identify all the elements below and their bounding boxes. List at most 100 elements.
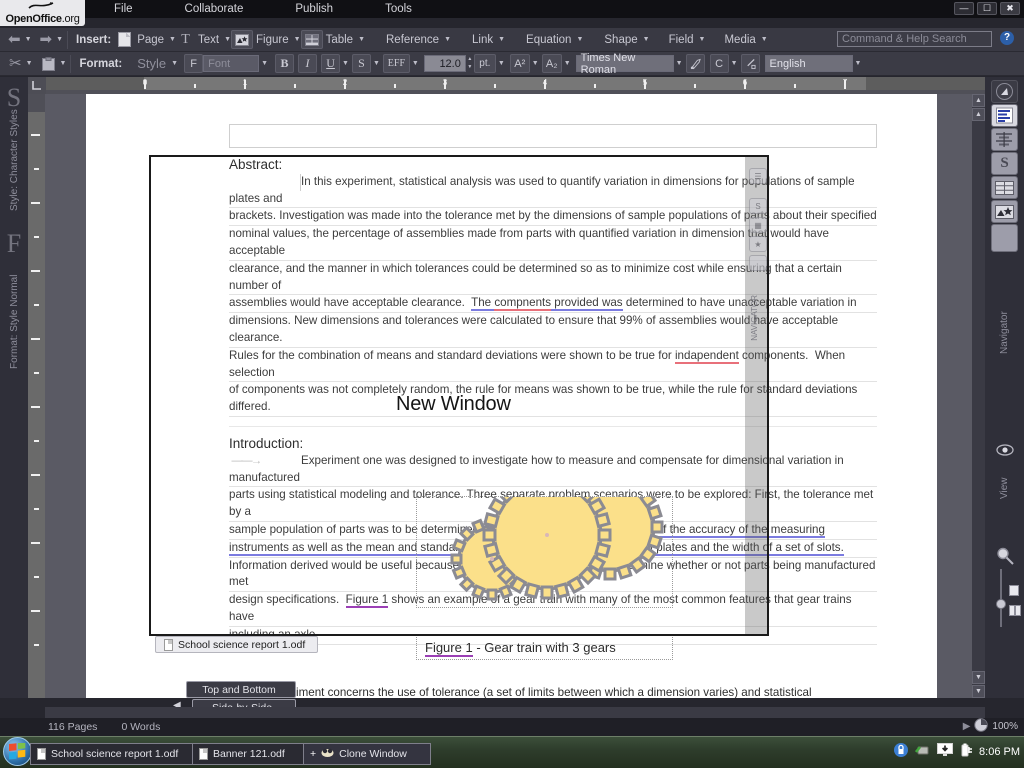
taskbar-item-clone-window[interactable]: + Clone Window (303, 743, 431, 765)
font-unit-button[interactable]: pt. (473, 54, 496, 73)
chevron-down-icon[interactable]: ▼ (576, 36, 583, 43)
chevron-down-icon[interactable]: ▼ (261, 60, 268, 67)
zoom-level[interactable]: 100% (992, 721, 1018, 732)
chevron-down-icon[interactable]: ▼ (532, 60, 539, 67)
horizontal-ruler[interactable]: 0 1 2 3 4 5 6 7 (28, 77, 985, 94)
play-icon[interactable]: ▶ (963, 721, 971, 732)
insert-table-label[interactable]: Table (323, 34, 357, 46)
gear-train-image[interactable] (417, 470, 672, 607)
insert-text-label[interactable]: Text (195, 34, 222, 46)
italic-button[interactable]: I (298, 54, 318, 73)
chevron-down-icon[interactable]: ▼ (294, 36, 301, 43)
chevron-down-icon[interactable]: ▼ (26, 60, 33, 67)
figure-icon[interactable] (991, 200, 1018, 223)
document-tab[interactable]: School science report 1.odf (155, 636, 319, 653)
close-button[interactable]: ✖ (1000, 2, 1020, 15)
chevron-down-icon[interactable]: ▼ (342, 60, 349, 67)
battery-icon[interactable] (959, 743, 973, 760)
eye-icon[interactable] (985, 444, 1024, 456)
chevron-down-icon[interactable]: ▼ (358, 36, 365, 43)
chevron-down-icon[interactable]: ▼ (373, 60, 380, 67)
menu-item-tools[interactable]: Tools (359, 0, 438, 18)
chevron-down-icon[interactable]: ▼ (444, 36, 451, 43)
figure-frame[interactable] (416, 470, 673, 608)
text-icon[interactable]: T (176, 30, 195, 49)
insert-link-label[interactable]: Link (469, 34, 496, 46)
language-select[interactable]: English (764, 55, 853, 72)
chevron-down-icon[interactable]: ▼ (761, 36, 768, 43)
table-icon[interactable] (300, 30, 323, 49)
font-name-field[interactable]: Font (203, 55, 260, 72)
insert-shape-label[interactable]: Shape (601, 34, 640, 46)
font-size-stepper[interactable]: ▲ ▼ (466, 55, 474, 72)
scroll-up-button-2[interactable]: ▲ (972, 108, 985, 121)
underline-button[interactable]: U (321, 54, 341, 73)
zoom-pie-icon[interactable] (974, 718, 989, 735)
insert-equation-label[interactable]: Equation (523, 34, 574, 46)
character-color-button[interactable]: C (709, 54, 729, 73)
chevron-down-icon[interactable]: ▼ (498, 60, 505, 67)
figure-caption[interactable]: Figure 1 - Gear train with 3 gears (416, 634, 673, 660)
zoom-slider[interactable] (985, 569, 1024, 633)
zoom-status-group[interactable]: ▶ 100% (963, 718, 1018, 735)
help-icon[interactable]: ? (1000, 31, 1014, 45)
back-dropdown-caret[interactable]: ▼ (25, 36, 32, 43)
compass-icon[interactable] (991, 80, 1018, 103)
document-page[interactable]: Abstract: In this experiment, statistica… (86, 94, 937, 698)
insert-reference-label[interactable]: Reference (383, 34, 442, 46)
effects-button[interactable]: EFF (382, 54, 410, 73)
document-workspace[interactable]: Abstract: In this experiment, statistica… (45, 94, 985, 698)
menu-item-file[interactable]: File (88, 0, 159, 18)
document-tab-wrapper[interactable]: School science report 1.odf (155, 636, 319, 653)
scroll-down-button[interactable]: ▼ (972, 671, 985, 684)
back-arrow-icon[interactable]: ⬅ (6, 32, 23, 47)
forward-dropdown-caret[interactable]: ▼ (56, 36, 63, 43)
font-size-input[interactable]: 12.0 (423, 55, 466, 72)
chevron-down-icon[interactable]: ▼ (564, 60, 571, 67)
scroll-down-button-2[interactable]: ▼ (972, 685, 985, 698)
monitor-download-icon[interactable] (937, 743, 954, 760)
horizontal-scrollbar[interactable] (45, 707, 985, 718)
tab-stop-selector[interactable] (28, 77, 46, 94)
windows-start-orb[interactable] (3, 737, 32, 766)
security-lock-icon[interactable] (893, 742, 909, 761)
superscript-button[interactable]: A² (509, 54, 530, 73)
vertical-scrollbar[interactable]: ▲ ▲ ▼ ▼ (972, 94, 985, 698)
insert-page-label[interactable]: Page (134, 34, 167, 46)
table-icon[interactable] (991, 176, 1018, 199)
maximize-button[interactable]: ☐ (977, 2, 997, 15)
chevron-down-icon[interactable]: ▼ (171, 60, 178, 67)
strikethrough-button[interactable]: S (351, 54, 371, 73)
bold-button[interactable]: B (275, 54, 295, 73)
font-glyph-icon[interactable]: F (184, 54, 204, 73)
magnifier-icon[interactable] (985, 547, 1024, 565)
wrap-top-and-bottom-option[interactable]: Top and Bottom (186, 681, 296, 698)
align-icon[interactable] (991, 128, 1018, 151)
font-family-select[interactable]: Times New Roman (575, 52, 674, 76)
chevron-down-icon[interactable]: ▼ (699, 36, 706, 43)
style-label[interactable]: Style (134, 56, 169, 71)
insert-figure-label[interactable]: Figure (253, 34, 292, 46)
network-plug-icon[interactable] (915, 743, 931, 760)
insert-media-label[interactable]: Media (721, 34, 758, 46)
highlight-pen-icon[interactable] (685, 54, 705, 73)
chevron-down-icon[interactable]: ▼ (855, 60, 862, 67)
menu-item-publish[interactable]: Publish (269, 0, 359, 18)
blank-panel-icon[interactable] (991, 224, 1018, 252)
format-f-icon[interactable]: F (0, 229, 28, 259)
scroll-up-button[interactable]: ▲ (972, 94, 985, 107)
scissors-icon[interactable]: ✂ (7, 56, 24, 71)
chevron-down-icon[interactable]: ▼ (224, 36, 231, 43)
subscript-button[interactable]: A₂ (541, 54, 562, 73)
vertical-ruler[interactable] (28, 94, 45, 698)
figure-icon[interactable] (231, 30, 254, 49)
empty-paragraph-frame[interactable] (229, 124, 877, 148)
chevron-down-icon[interactable]: ▼ (643, 36, 650, 43)
style-s-icon[interactable]: S (991, 152, 1018, 175)
clipboard-icon[interactable] (39, 54, 58, 73)
search-input[interactable]: Command & Help Search (837, 31, 992, 47)
taskbar-item-banner[interactable]: Banner 121.odf (192, 743, 317, 765)
minimize-button[interactable]: — (954, 2, 974, 15)
chevron-down-icon[interactable]: ▼ (498, 36, 505, 43)
insert-field-label[interactable]: Field (666, 34, 697, 46)
